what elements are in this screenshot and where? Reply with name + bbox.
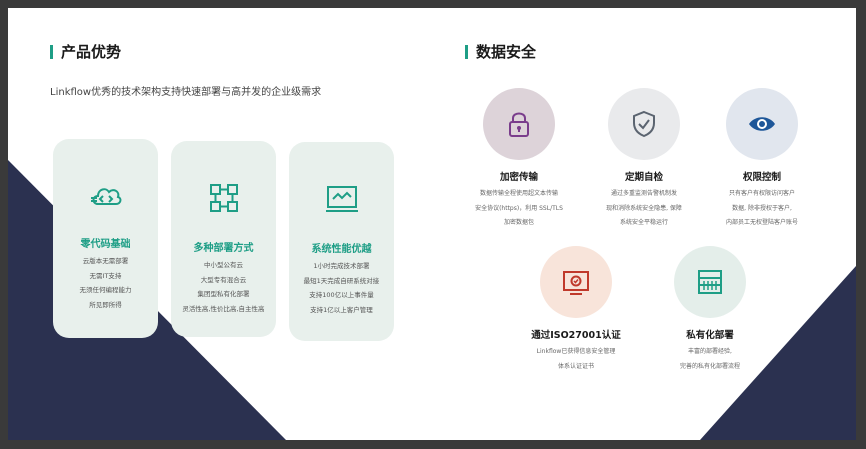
feature-circle: [726, 88, 798, 160]
feature-line: 安全协议(https)，利用 SSL/TLS: [475, 204, 563, 212]
feature-line: 只有客户有权限访问客户: [728, 190, 795, 197]
feature-title: 定期自检: [624, 172, 663, 183]
card-line: 大型专有混合云: [200, 275, 247, 284]
card-title: 多种部署方式: [193, 243, 254, 254]
feature-line: 加密数据包: [503, 219, 534, 226]
lock-icon: [509, 112, 529, 137]
card-description: 云版本无需部署 无需IT支持 无须任何编程能力 所见即所得: [53, 254, 158, 312]
feature-private-deployment: 私有化部署 丰富的部署经验, 完善的私有化部署流程: [650, 246, 770, 374]
feature-line: 内部员工无权登陆客户账号: [725, 219, 798, 226]
feature-title: 权限控制: [742, 172, 781, 183]
heading-accent-bar: [465, 44, 468, 59]
feature-description: 数据传输全程使用超文本传输 安全协议(https)，利用 SSL/TLS 加密数…: [459, 187, 579, 231]
feature-circle: [540, 246, 612, 318]
feature-line: 丰富的部署经验,: [688, 348, 732, 355]
shield-check-icon: [633, 110, 655, 138]
feature-line: 通过多重监测告警机制发: [610, 190, 677, 197]
card-line: 支持1亿以上客户管理: [310, 305, 373, 314]
feature-circle: [483, 88, 555, 160]
card-line: 中小型公有云: [204, 261, 243, 269]
data-security-heading: 数据安全: [465, 41, 536, 62]
advantage-card-zero-code: 零代码基础 云版本无需部署 无需IT支持 无须任何编程能力 所见即所得: [53, 139, 158, 338]
feature-title: 私有化部署: [686, 330, 734, 341]
product-advantages-heading: 产品优势: [50, 41, 121, 62]
card-line: 无需IT支持: [89, 271, 122, 280]
monitor-chart-icon: [325, 186, 358, 212]
code-cloud-icon: [90, 188, 121, 205]
card-line: 集团型私有化部署: [197, 290, 250, 298]
feature-line: 系统安全平稳运行: [619, 219, 668, 226]
advantage-card-deployment: 多种部署方式 中小型公有云 大型专有混合云 集团型私有化部署 灵活性高,性价比高…: [171, 141, 276, 337]
card-line: 无须任何编程能力: [79, 286, 132, 294]
feature-circle: [674, 246, 746, 318]
card-line: 云版本无需部署: [82, 257, 129, 265]
card-line: 1小时完成技术部署: [313, 262, 370, 270]
card-line: 灵活性高,性价比高,自主性高: [182, 304, 265, 313]
page-canvas: 产品优势 Linkflow优秀的技术架构支持快速部署与高并发的企业级需求 零代码…: [8, 8, 856, 440]
feature-permission-control: 权限控制 只有客户有权限访问客户 数据, 除非授权于客户, 内部员工无权登陆客户…: [702, 88, 822, 231]
feature-circle: [608, 88, 680, 160]
feature-description: 通过多重监测告警机制发 现和消除系统安全隐患, 保障 系统安全平稳运行: [584, 187, 704, 231]
feature-line: 数据传输全程使用超文本传输: [479, 190, 558, 197]
deployment-nodes-icon: [209, 184, 238, 212]
heading-accent-bar: [50, 44, 53, 59]
feature-line: 完善的私有化部署流程: [679, 362, 740, 370]
card-line: 所见即所得: [89, 300, 122, 309]
feature-title: 加密传输: [499, 172, 538, 183]
card-line: 最短1天完成自研系统对接: [303, 276, 380, 285]
eye-icon: [749, 117, 775, 131]
feature-description: Linkflow已获得信息安全管理 体系认证证书: [516, 345, 636, 374]
server-icon: [698, 270, 722, 294]
card-description: 中小型公有云 大型专有混合云 集团型私有化部署 灵活性高,性价比高,自主性高: [171, 258, 276, 316]
feature-description: 只有客户有权限访问客户 数据, 除非授权于客户, 内部员工无权登陆客户账号: [702, 187, 822, 231]
card-description: 1小时完成技术部署 最短1天完成自研系统对接 支持100亿以上事件量 支持1亿以…: [289, 259, 394, 317]
feature-line: 现和消除系统安全隐患, 保障: [606, 204, 682, 212]
product-advantages-subtitle: Linkflow优秀的技术架构支持快速部署与高并发的企业级需求: [50, 87, 322, 98]
card-title: 零代码基础: [80, 239, 131, 250]
feature-line: 数据, 除非授权于客户,: [732, 204, 792, 212]
data-security-title: 数据安全: [476, 43, 537, 61]
feature-encrypted-transmission: 加密传输 数据传输全程使用超文本传输 安全协议(https)，利用 SSL/TL…: [459, 88, 579, 231]
advantage-card-performance: 系统性能优越 1小时完成技术部署 最短1天完成自研系统对接 支持100亿以上事件…: [289, 142, 394, 341]
feature-periodic-self-check: 定期自检 通过多重监测告警机制发 现和消除系统安全隐患, 保障 系统安全平稳运行: [584, 88, 704, 231]
feature-title: 通过ISO27001认证: [531, 330, 621, 341]
feature-line: Linkflow已获得信息安全管理: [536, 348, 616, 355]
feature-line: 体系认证证书: [557, 362, 594, 370]
card-title: 系统性能优越: [311, 244, 372, 255]
certificate-icon: [563, 271, 589, 295]
feature-iso27001: 通过ISO27001认证 Linkflow已获得信息安全管理 体系认证证书: [516, 246, 636, 374]
card-line: 支持100亿以上事件量: [309, 291, 374, 299]
feature-description: 丰富的部署经验, 完善的私有化部署流程: [650, 345, 770, 374]
product-advantages-title: 产品优势: [61, 43, 122, 61]
